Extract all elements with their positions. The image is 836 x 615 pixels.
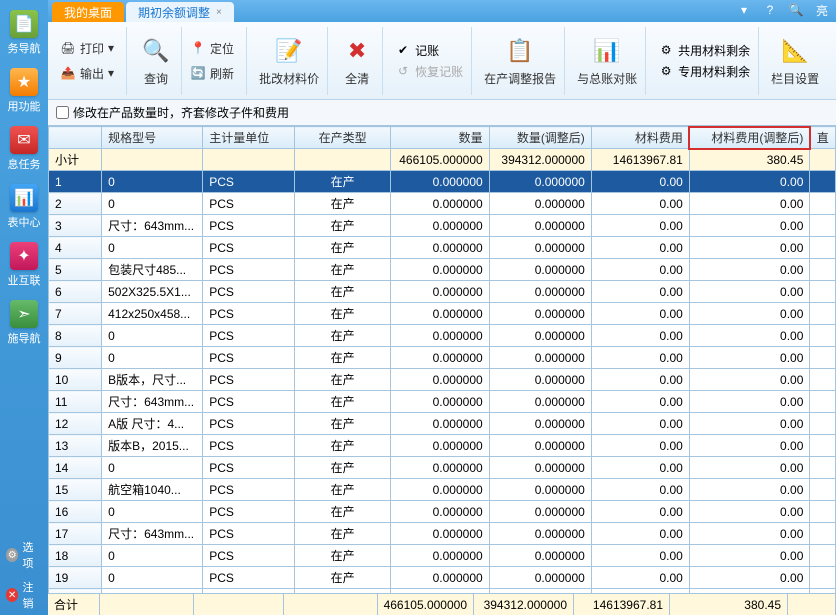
modify-qty-checkbox[interactable] xyxy=(56,106,69,119)
locate-icon: 📍 xyxy=(190,40,206,56)
sidebar-icon: 📊 xyxy=(10,184,38,212)
dedicated-icon: ⚙ xyxy=(658,63,674,79)
table-row[interactable]: 11尺寸：643mm...PCS在产0.0000000.0000000.000.… xyxy=(49,391,836,413)
sidebar-label: 表中心 xyxy=(8,214,41,230)
tab-active-label: 期初余额调整 xyxy=(138,4,210,21)
sidebar-icon: 📄 xyxy=(10,10,38,38)
dropdown-icon[interactable]: ▾ xyxy=(736,2,752,18)
col-spec[interactable]: 规格型号 xyxy=(102,127,203,149)
print-icon: 🖨 xyxy=(60,40,76,56)
shared-icon: ⚙ xyxy=(658,42,674,58)
data-grid[interactable]: 规格型号 主计量单位 在产类型 数量 数量(调整后) 材料费用 材料费用(调整后… xyxy=(48,125,836,593)
batch-icon: 📝 xyxy=(272,34,306,68)
col-mat[interactable]: 材料费用 xyxy=(591,127,689,149)
sidebar-item-5[interactable]: ➣ 施导航 xyxy=(4,294,44,352)
sidebar-icon: ★ xyxy=(10,68,38,96)
export-icon: 📤 xyxy=(60,65,76,81)
sidebar-label: 用功能 xyxy=(8,98,41,114)
tab-close-icon[interactable]: × xyxy=(216,7,222,18)
refresh-button[interactable]: 🔄刷新 xyxy=(186,63,238,84)
column-set-button[interactable]: 📐栏目设置 xyxy=(763,27,827,95)
col-unit[interactable]: 主计量单位 xyxy=(203,127,295,149)
sidebar-item-1[interactable]: ★ 用功能 xyxy=(4,62,44,120)
col-direct[interactable]: 直 xyxy=(810,127,836,149)
header-row: 规格型号 主计量单位 在产类型 数量 数量(调整后) 材料费用 材料费用(调整后… xyxy=(49,127,836,149)
export-button[interactable]: 📤输出 ▾ xyxy=(56,63,118,84)
restore-button[interactable]: ↺恢复记账 xyxy=(395,63,463,80)
table-row[interactable]: 80PCS在产0.0000000.0000000.000.00 xyxy=(49,325,836,347)
sidebar-item-0[interactable]: 📄 务导航 xyxy=(4,4,44,62)
sidebar-item-2[interactable]: ✉ 息任务 xyxy=(4,120,44,178)
table-row[interactable]: 17尺寸：643mm...PCS在产0.0000000.0000000.000.… xyxy=(49,523,836,545)
table-row[interactable]: 15航空箱1040...PCS在产0.0000000.0000000.000.0… xyxy=(49,479,836,501)
refresh-icon: 🔄 xyxy=(190,65,206,81)
table-row[interactable]: 5包装尺寸485...PCS在产0.0000000.0000000.000.00 xyxy=(49,259,836,281)
table-row[interactable]: 190PCS在产0.0000000.0000000.000.00 xyxy=(49,567,836,589)
book-button[interactable]: ✔记账 xyxy=(395,42,463,59)
modify-qty-label: 修改在产品数量时，齐套修改子件和费用 xyxy=(73,104,289,121)
dedicated-material-button[interactable]: ⚙专用材料剩余 xyxy=(658,63,750,80)
table-row[interactable]: 10PCS在产0.0000000.0000000.000.00 xyxy=(49,171,836,193)
report-icon: 📋 xyxy=(503,34,537,68)
print-button[interactable]: 🖨打印 ▾ xyxy=(56,38,118,59)
col-qty[interactable]: 数量 xyxy=(391,127,489,149)
col-qty-adj[interactable]: 数量(调整后) xyxy=(489,127,591,149)
col-index[interactable] xyxy=(49,127,102,149)
subtotal-row: 小计 466105.000000 394312.000000 14613967.… xyxy=(49,149,836,171)
col-mat-adj[interactable]: 材料费用(调整后) xyxy=(689,127,810,149)
sidebar-item-3[interactable]: 📊 表中心 xyxy=(4,178,44,236)
table-row[interactable]: 20PCS在产0.0000000.0000000.000.00 xyxy=(49,193,836,215)
batch-price-button[interactable]: 📝批改材料价 xyxy=(251,27,328,95)
sidebar-icon: ✉ xyxy=(10,126,38,154)
sidebar-label: 务导航 xyxy=(8,40,41,56)
table-row[interactable]: 90PCS在产0.0000000.0000000.000.00 xyxy=(49,347,836,369)
sidebar-label: 施导航 xyxy=(8,330,41,346)
titlebar: 我的桌面 期初余额调整 × ▾ ? 🔍 亮 xyxy=(48,0,836,22)
sidebar-label: 业互联 xyxy=(8,272,41,288)
tab-desktop[interactable]: 我的桌面 xyxy=(52,2,124,22)
footer-total: 合计 466105.000000 394312.000000 14613967.… xyxy=(48,593,836,615)
sidebar-options[interactable]: ⚙选项 xyxy=(0,535,48,575)
sidebar-logout[interactable]: ✕注销 xyxy=(0,575,48,615)
shared-material-button[interactable]: ⚙共用材料剩余 xyxy=(658,42,750,59)
compare-icon: 📊 xyxy=(590,34,624,68)
tab-balance-adjust[interactable]: 期初余额调整 × xyxy=(126,2,234,22)
col-type[interactable]: 在产类型 xyxy=(295,127,391,149)
query-icon: 🔍 xyxy=(139,34,173,68)
clear-button[interactable]: ✖全清 xyxy=(332,27,383,95)
restore-icon: ↺ xyxy=(395,63,411,79)
report-adjust-button[interactable]: 📋在产调整报告 xyxy=(476,27,565,95)
sidebar-icon: ✦ xyxy=(10,242,38,270)
book-icon: ✔ xyxy=(395,42,411,58)
query-button[interactable]: 🔍查询 xyxy=(131,27,182,95)
sidebar-item-4[interactable]: ✦ 业互联 xyxy=(4,236,44,294)
ribbon: 🖨打印 ▾ 📤输出 ▾ 🔍查询 📍定位 🔄刷新 📝批改材料价 ✖全清 ✔记账 ↺… xyxy=(48,22,836,100)
column-icon: 📐 xyxy=(778,34,812,68)
table-row[interactable]: 40PCS在产0.0000000.0000000.000.00 xyxy=(49,237,836,259)
table-row[interactable]: 180PCS在产0.0000000.0000000.000.00 xyxy=(49,545,836,567)
search-icon[interactable]: 🔍 xyxy=(788,2,804,18)
table-row[interactable]: 10B版本，尺寸...PCS在产0.0000000.0000000.000.00 xyxy=(49,369,836,391)
table-row[interactable]: 12A版 尺寸：4...PCS在产0.0000000.0000000.000.0… xyxy=(49,413,836,435)
table-row[interactable]: 160PCS在产0.0000000.0000000.000.00 xyxy=(49,501,836,523)
table-row[interactable]: 13版本B，2015...PCS在产0.0000000.0000000.000.… xyxy=(49,435,836,457)
clear-icon: ✖ xyxy=(340,34,374,68)
table-row[interactable]: 3尺寸：643mm...PCS在产0.0000000.0000000.000.0… xyxy=(49,215,836,237)
sidebar-label: 息任务 xyxy=(8,156,41,172)
table-row[interactable]: 140PCS在产0.0000000.0000000.000.00 xyxy=(49,457,836,479)
table-row[interactable]: 7412x250x458...PCS在产0.0000000.0000000.00… xyxy=(49,303,836,325)
sidebar-icon: ➣ xyxy=(10,300,38,328)
help-icon[interactable]: ? xyxy=(762,2,778,18)
left-sidebar: 📄 务导航 ★ 用功能 ✉ 息任务 📊 表中心 ✦ 业互联 ➣ 施导航 ⚙选项 ✕注销 xyxy=(0,0,48,615)
option-row: 修改在产品数量时，齐套修改子件和费用 xyxy=(48,100,836,125)
locate-button[interactable]: 📍定位 xyxy=(186,38,238,59)
total-compare-button[interactable]: 📊与总账对账 xyxy=(569,27,646,95)
table-row[interactable]: 6502X325.5X1...PCS在产0.0000000.0000000.00… xyxy=(49,281,836,303)
more-icon[interactable]: 亮 xyxy=(814,2,830,18)
